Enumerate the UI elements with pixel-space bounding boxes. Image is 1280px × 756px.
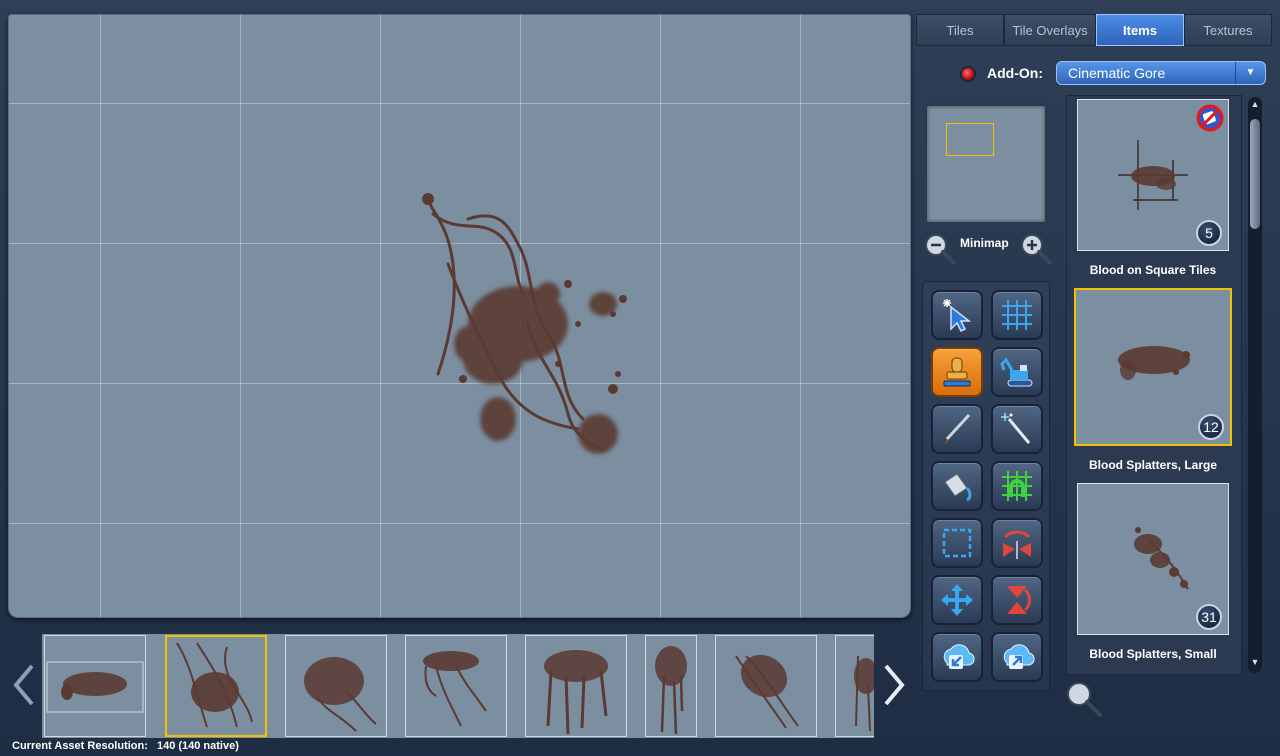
marquee-select-tool-icon bbox=[942, 528, 972, 558]
variant-thumbnail[interactable] bbox=[405, 635, 507, 737]
tab-tiles[interactable]: Tiles bbox=[916, 14, 1004, 46]
tab-textures[interactable]: Textures bbox=[1184, 14, 1272, 46]
tab-items[interactable]: Items bbox=[1096, 14, 1184, 46]
asset-list[interactable]: 5 Blood on Square Tiles 12 Blood Splatte… bbox=[1066, 95, 1242, 675]
variant-preview bbox=[176, 642, 253, 728]
variant-filmstrip[interactable] bbox=[42, 634, 874, 738]
export-tool-button[interactable] bbox=[991, 632, 1043, 682]
variant-preview bbox=[544, 650, 608, 735]
paint-bucket-tool-button[interactable] bbox=[931, 461, 983, 511]
zoom-out-icon[interactable] bbox=[922, 231, 958, 267]
asset-list-scrollbar[interactable]: ▲ ▼ bbox=[1248, 97, 1262, 673]
magic-wand-tool-icon bbox=[1001, 413, 1031, 444]
asset-thumbnail[interactable]: 5 bbox=[1077, 99, 1229, 251]
variant-count-badge: 31 bbox=[1196, 604, 1222, 630]
asset-thumbnail[interactable]: 12 bbox=[1074, 288, 1232, 446]
map-canvas[interactable] bbox=[8, 14, 911, 618]
tool-palette bbox=[922, 281, 1050, 691]
search-icon[interactable] bbox=[1064, 680, 1104, 718]
excavator-tool-button[interactable] bbox=[991, 347, 1043, 397]
marquee-select-tool-button[interactable] bbox=[931, 518, 983, 568]
brush-tool-icon bbox=[943, 413, 971, 444]
variant-thumbnail[interactable] bbox=[44, 635, 146, 737]
excavator-tool-icon bbox=[1000, 357, 1033, 387]
import-tool-icon bbox=[943, 644, 975, 669]
addon-status-led bbox=[962, 68, 974, 80]
variant-preview bbox=[854, 655, 874, 732]
magic-wand-tool-button[interactable] bbox=[991, 404, 1043, 454]
minimap-viewport[interactable] bbox=[946, 123, 994, 156]
snap-grid-tool-icon bbox=[1002, 471, 1032, 501]
asset-resolution-label: Current Asset Resolution: bbox=[12, 740, 148, 752]
scrollbar-thumb[interactable] bbox=[1250, 119, 1260, 229]
asset-item-blood-splatters-large[interactable]: 12 Blood Splatters, Large bbox=[1074, 288, 1233, 472]
variant-thumbnail[interactable] bbox=[525, 635, 627, 737]
asset-resolution-value: 140 (140 native) bbox=[156, 740, 239, 752]
variant-thumbnail[interactable] bbox=[835, 635, 874, 737]
asset-label: Blood on Square Tiles bbox=[1089, 263, 1217, 277]
grid-tool-button[interactable] bbox=[991, 290, 1043, 340]
scroll-down-icon[interactable]: ▼ bbox=[1249, 657, 1261, 671]
placed-blood-splatter[interactable] bbox=[408, 174, 648, 474]
asset-resolution-status: Current Asset Resolution: 140 (140 nativ… bbox=[12, 740, 239, 752]
move-tool-icon bbox=[941, 584, 973, 616]
grid-tool-icon bbox=[1002, 300, 1032, 330]
scroll-up-icon[interactable]: ▲ bbox=[1249, 99, 1261, 113]
flip-horizontal-tool-button[interactable] bbox=[991, 518, 1043, 568]
tab-tile-overlays[interactable]: Tile Overlays bbox=[1004, 14, 1096, 46]
chevron-down-icon: ▼ bbox=[1235, 62, 1265, 84]
addon-selected-value: Cinematic Gore bbox=[1068, 65, 1166, 81]
flip-vertical-tool-icon bbox=[1007, 586, 1031, 614]
filmstrip-prev-icon[interactable] bbox=[10, 660, 38, 710]
minimap[interactable] bbox=[924, 103, 1048, 225]
select-tool-icon bbox=[943, 299, 972, 333]
addon-dropdown[interactable]: Cinematic Gore ▼ bbox=[1056, 61, 1266, 85]
asset-label: Blood Splatters, Large bbox=[1088, 458, 1218, 472]
variant-preview bbox=[735, 654, 799, 729]
variant-thumbnail[interactable] bbox=[165, 635, 267, 737]
variant-count-badge: 5 bbox=[1196, 220, 1222, 246]
zoom-in-icon[interactable] bbox=[1018, 231, 1054, 267]
paint-bucket-tool-icon bbox=[944, 473, 972, 502]
variant-preview bbox=[655, 646, 687, 735]
filmstrip-next-icon[interactable] bbox=[880, 660, 908, 710]
select-tool-button[interactable] bbox=[931, 290, 983, 340]
move-tool-button[interactable] bbox=[931, 575, 983, 625]
stamp-tool-icon bbox=[943, 357, 971, 387]
asset-item-blood-splatters-small[interactable]: 31 Blood Splatters, Small bbox=[1077, 483, 1233, 661]
no-dice-icon bbox=[1196, 104, 1224, 132]
variant-preview bbox=[304, 657, 377, 732]
flip-horizontal-tool-icon bbox=[1003, 530, 1031, 559]
variant-count-badge: 12 bbox=[1198, 414, 1224, 440]
flip-vertical-tool-button[interactable] bbox=[991, 575, 1043, 625]
asset-label: Blood Splatters, Small bbox=[1089, 647, 1217, 661]
import-tool-button[interactable] bbox=[931, 632, 983, 682]
variant-thumbnail[interactable] bbox=[285, 635, 387, 737]
variant-preview bbox=[46, 661, 144, 713]
minimap-label: Minimap bbox=[960, 236, 1009, 250]
brush-tool-button[interactable] bbox=[931, 404, 983, 454]
stamp-tool-button[interactable] bbox=[931, 347, 983, 397]
asset-item-blood-on-square-tiles[interactable]: 5 Blood on Square Tiles bbox=[1077, 99, 1233, 277]
category-tabs: Tiles Tile Overlays Items Textures bbox=[916, 14, 1272, 46]
snap-grid-tool-button[interactable] bbox=[991, 461, 1043, 511]
addon-label: Add-On: bbox=[987, 65, 1043, 81]
asset-thumbnail[interactable]: 31 bbox=[1077, 483, 1229, 635]
export-tool-icon bbox=[1003, 644, 1035, 669]
variant-thumbnail[interactable] bbox=[645, 635, 697, 737]
variant-thumbnail[interactable] bbox=[715, 635, 817, 737]
variant-preview bbox=[423, 651, 487, 727]
